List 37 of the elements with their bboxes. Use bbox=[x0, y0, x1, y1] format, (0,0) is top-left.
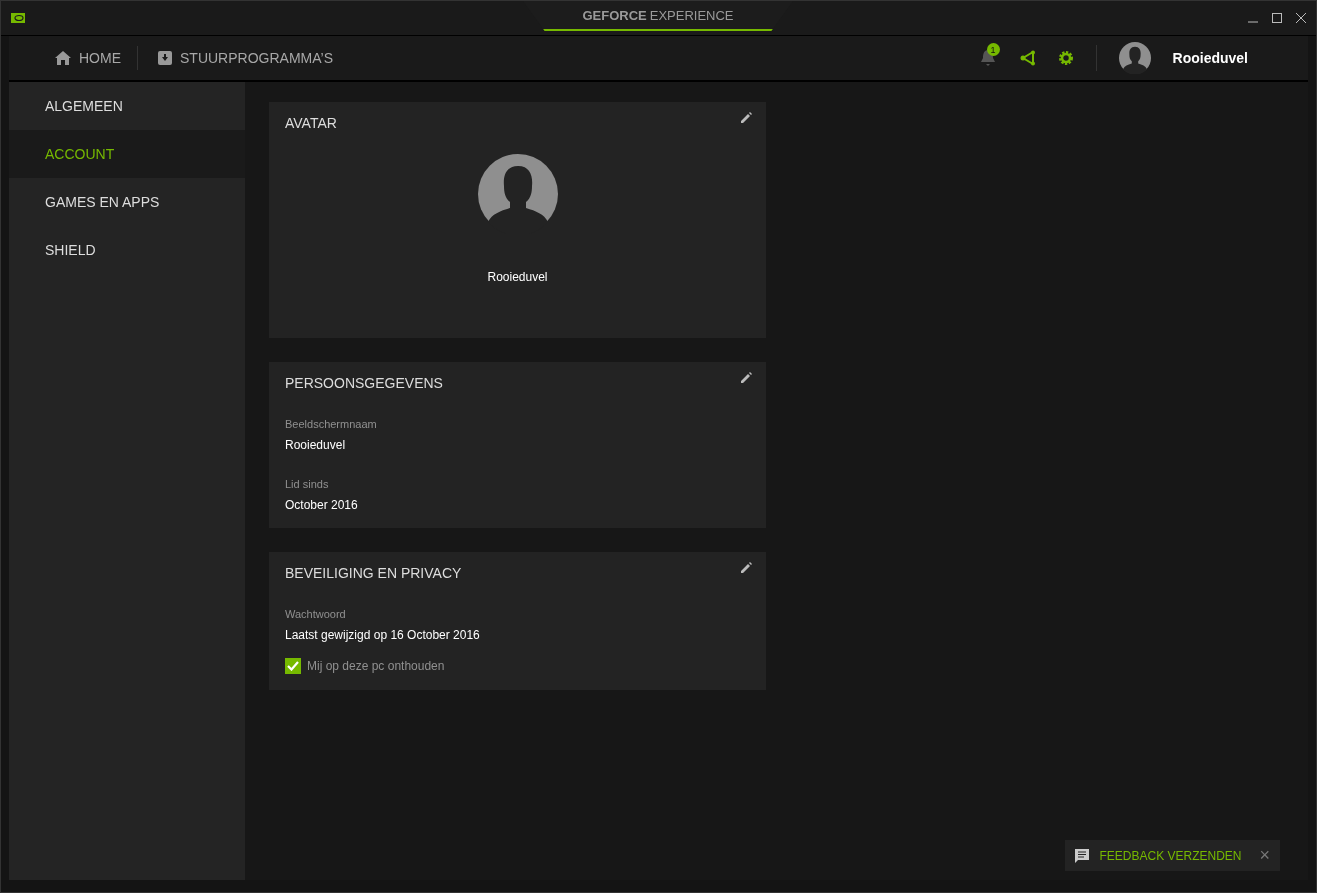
close-icon[interactable] bbox=[1296, 13, 1306, 23]
field-value: October 2016 bbox=[285, 498, 359, 512]
pencil-icon[interactable] bbox=[740, 372, 752, 384]
checkbox[interactable] bbox=[285, 658, 301, 674]
logo-icon bbox=[11, 13, 25, 23]
share-icon[interactable] bbox=[1019, 50, 1036, 66]
field-label: Wachtwoord bbox=[285, 608, 347, 620]
field-label: Lid sinds bbox=[285, 478, 330, 490]
sidebar-item[interactable]: GAMES EN APPS bbox=[9, 178, 245, 226]
sidebar-item[interactable]: ACCOUNT bbox=[9, 130, 245, 178]
chat-icon bbox=[1075, 848, 1090, 863]
nav-tab[interactable]: STUURPROGRAMMA’S bbox=[137, 46, 349, 70]
home-icon bbox=[55, 51, 71, 65]
user-name[interactable]: Rooieduvel bbox=[1172, 50, 1248, 66]
settings-icon[interactable] bbox=[1057, 50, 1074, 66]
app-title: GEFORCE bbox=[582, 7, 647, 23]
pencil-icon[interactable] bbox=[740, 562, 752, 574]
download-box-icon bbox=[158, 51, 172, 65]
app-subtitle: EXPERIENCE bbox=[649, 7, 734, 23]
field-label: Beeldschermnaam bbox=[285, 418, 378, 430]
notification-badge: 1 bbox=[986, 43, 1000, 56]
field-value: Laatst gewijzigd op 16 October 2016 bbox=[285, 628, 481, 642]
checkbox-label[interactable]: Mij op deze pc onthouden bbox=[307, 659, 445, 673]
card-title: AVATAR bbox=[285, 115, 337, 131]
sidebar-item[interactable]: ALGEMEEN bbox=[9, 82, 245, 130]
card-title: BEVEILIGING EN PRIVACY bbox=[285, 565, 462, 581]
maximize-icon[interactable] bbox=[1272, 13, 1282, 23]
card-title: PERSOONSGEGEVENS bbox=[285, 375, 443, 391]
avatar-icon[interactable] bbox=[1118, 42, 1151, 74]
feedback-link[interactable]: FEEDBACK VERZENDEN bbox=[1099, 848, 1242, 863]
sidebar-item[interactable]: SHIELD bbox=[9, 226, 245, 274]
field-value: Rooieduvel bbox=[285, 438, 347, 452]
avatar-name: Rooieduvel bbox=[487, 270, 548, 284]
avatar-silhouette-icon bbox=[477, 154, 558, 234]
pencil-icon[interactable] bbox=[740, 112, 752, 124]
nav-tab[interactable]: HOME bbox=[55, 46, 137, 70]
close-button[interactable]: × bbox=[1259, 845, 1270, 866]
